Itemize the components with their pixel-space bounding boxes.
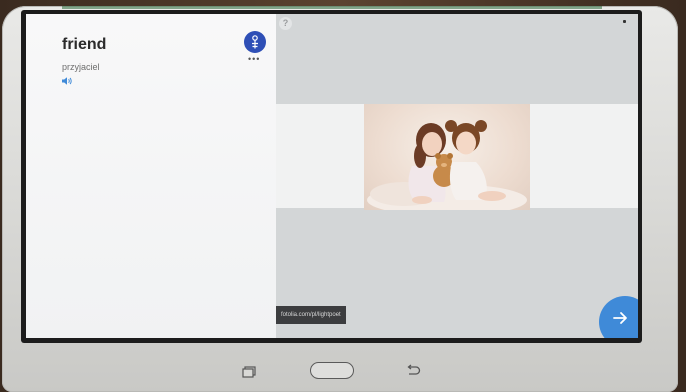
arrow-right-icon — [613, 312, 627, 324]
status-indicator — [623, 20, 626, 23]
word-translation: przyjaciel — [62, 62, 100, 72]
word-panel: friend przyjaciel ••• — [26, 14, 277, 338]
back-icon[interactable] — [405, 364, 421, 377]
image-panel: ? fotolia.com/pl/lightpoet — [276, 14, 638, 338]
tablet-screen: friend przyjaciel ••• ? fotolia.com/pl/l… — [21, 10, 642, 343]
photo-of-tablet: friend przyjaciel ••• ? fotolia.com/pl/l… — [0, 0, 686, 392]
image-credit: fotolia.com/pl/lightpoet — [276, 306, 346, 324]
recent-apps-icon[interactable] — [242, 366, 256, 378]
bezel-edge — [62, 6, 602, 9]
speaker-icon[interactable] — [61, 76, 73, 86]
word-title: friend — [62, 36, 107, 53]
flashcard-app: friend przyjaciel ••• ? fotolia.com/pl/l… — [26, 14, 638, 338]
avatar[interactable] — [244, 31, 266, 53]
more-options-button[interactable]: ••• — [248, 55, 260, 64]
home-button[interactable] — [310, 362, 354, 379]
tablet-device: friend przyjaciel ••• ? fotolia.com/pl/l… — [2, 6, 678, 392]
children-with-teddy-illustration — [367, 120, 527, 210]
profile-emblem-icon — [252, 35, 258, 49]
card-photo — [364, 104, 530, 210]
help-button[interactable]: ? — [279, 17, 292, 30]
